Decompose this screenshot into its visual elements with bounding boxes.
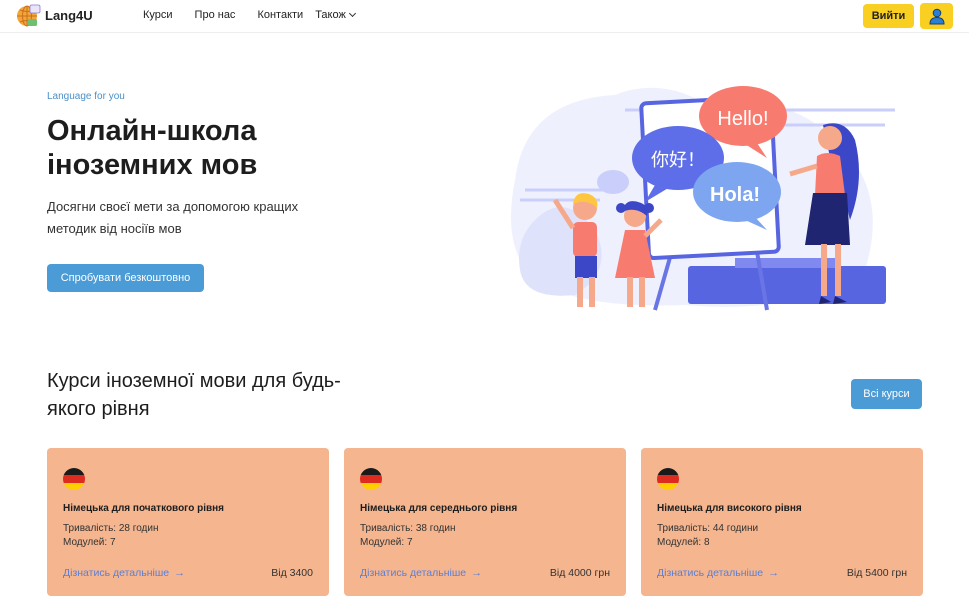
course-details-link[interactable]: Дізнатись детальніше → [360,567,482,579]
course-card[interactable]: Німецька для середнього рівня Тривалість… [344,448,626,596]
hero-title: Онлайн-школа іноземних мов [47,115,258,181]
course-details-link[interactable]: Дізнатись детальніше → [63,567,185,579]
logo-text: Lang4U [45,8,93,23]
course-card[interactable]: Німецька для початкового рівня Триваліст… [47,448,329,596]
courses-section-title: Курси іноземної мови для будь-якого рівн… [47,370,341,420]
course-card[interactable]: Німецька для високого рівня Тривалість: … [641,448,923,596]
course-details-label: Дізнатись детальніше [63,567,170,579]
user-icon [928,8,945,25]
site-header: Lang4U Курси Про нас Контакти Також Вийт… [0,0,969,33]
nav-more-dropdown[interactable]: Також [315,9,356,21]
bubble-hello: Hello! [717,108,768,130]
course-modules: Модулей: 7 [360,537,413,548]
nav-about[interactable]: Про нас [195,9,236,21]
arrow-right-icon: → [471,567,483,579]
arrow-right-icon: → [768,567,780,579]
course-duration: Тривалість: 38 годин [360,523,456,534]
course-details-label: Дізнатись детальніше [657,567,764,579]
german-flag-icon [63,468,85,490]
course-modules: Модулей: 8 [657,537,710,548]
logo[interactable]: Lang4U [16,3,93,28]
german-flag-icon [360,468,382,490]
logout-button[interactable]: Вийти [863,4,914,28]
course-modules: Модулей: 7 [63,537,116,548]
course-price: Від 5400 грн [846,567,907,579]
course-duration: Тривалість: 28 годин [63,523,159,534]
course-details-link[interactable]: Дізнатись детальніше → [657,567,779,579]
try-free-button[interactable]: Спробувати безкоштовно [47,264,204,292]
course-title: Німецька для початкового рівня [63,503,225,514]
hero-subtitle: Досягни своєї мети за допомогою кращих м… [47,199,299,236]
main-nav: Курси Про нас Контакти Також [143,9,377,21]
arrow-right-icon: → [174,567,186,579]
course-price: Від 4000 грн [549,567,610,579]
nav-courses[interactable]: Курси [143,9,173,21]
course-price: Від 3400 [271,567,313,579]
teacher-illustration: Hello! 你好！ Hola! [511,86,895,311]
all-courses-button[interactable]: Всі курси [851,379,922,409]
german-flag-icon [657,468,679,490]
course-title: Німецька для середнього рівня [360,503,518,514]
chevron-down-icon [348,9,356,18]
course-details-label: Дізнатись детальніше [360,567,467,579]
bubble-hola: Hola! [710,184,760,206]
user-profile-button[interactable] [920,3,953,29]
nav-contacts[interactable]: Контакти [257,9,303,21]
nav-more-label: Також [315,9,346,21]
globe-logo-icon [16,3,41,28]
hero-eyebrow: Language for you [47,91,125,102]
course-title: Німецька для високого рівня [657,503,802,514]
bubble-nihao: 你好！ [651,150,705,171]
course-duration: Тривалість: 44 години [657,523,759,534]
